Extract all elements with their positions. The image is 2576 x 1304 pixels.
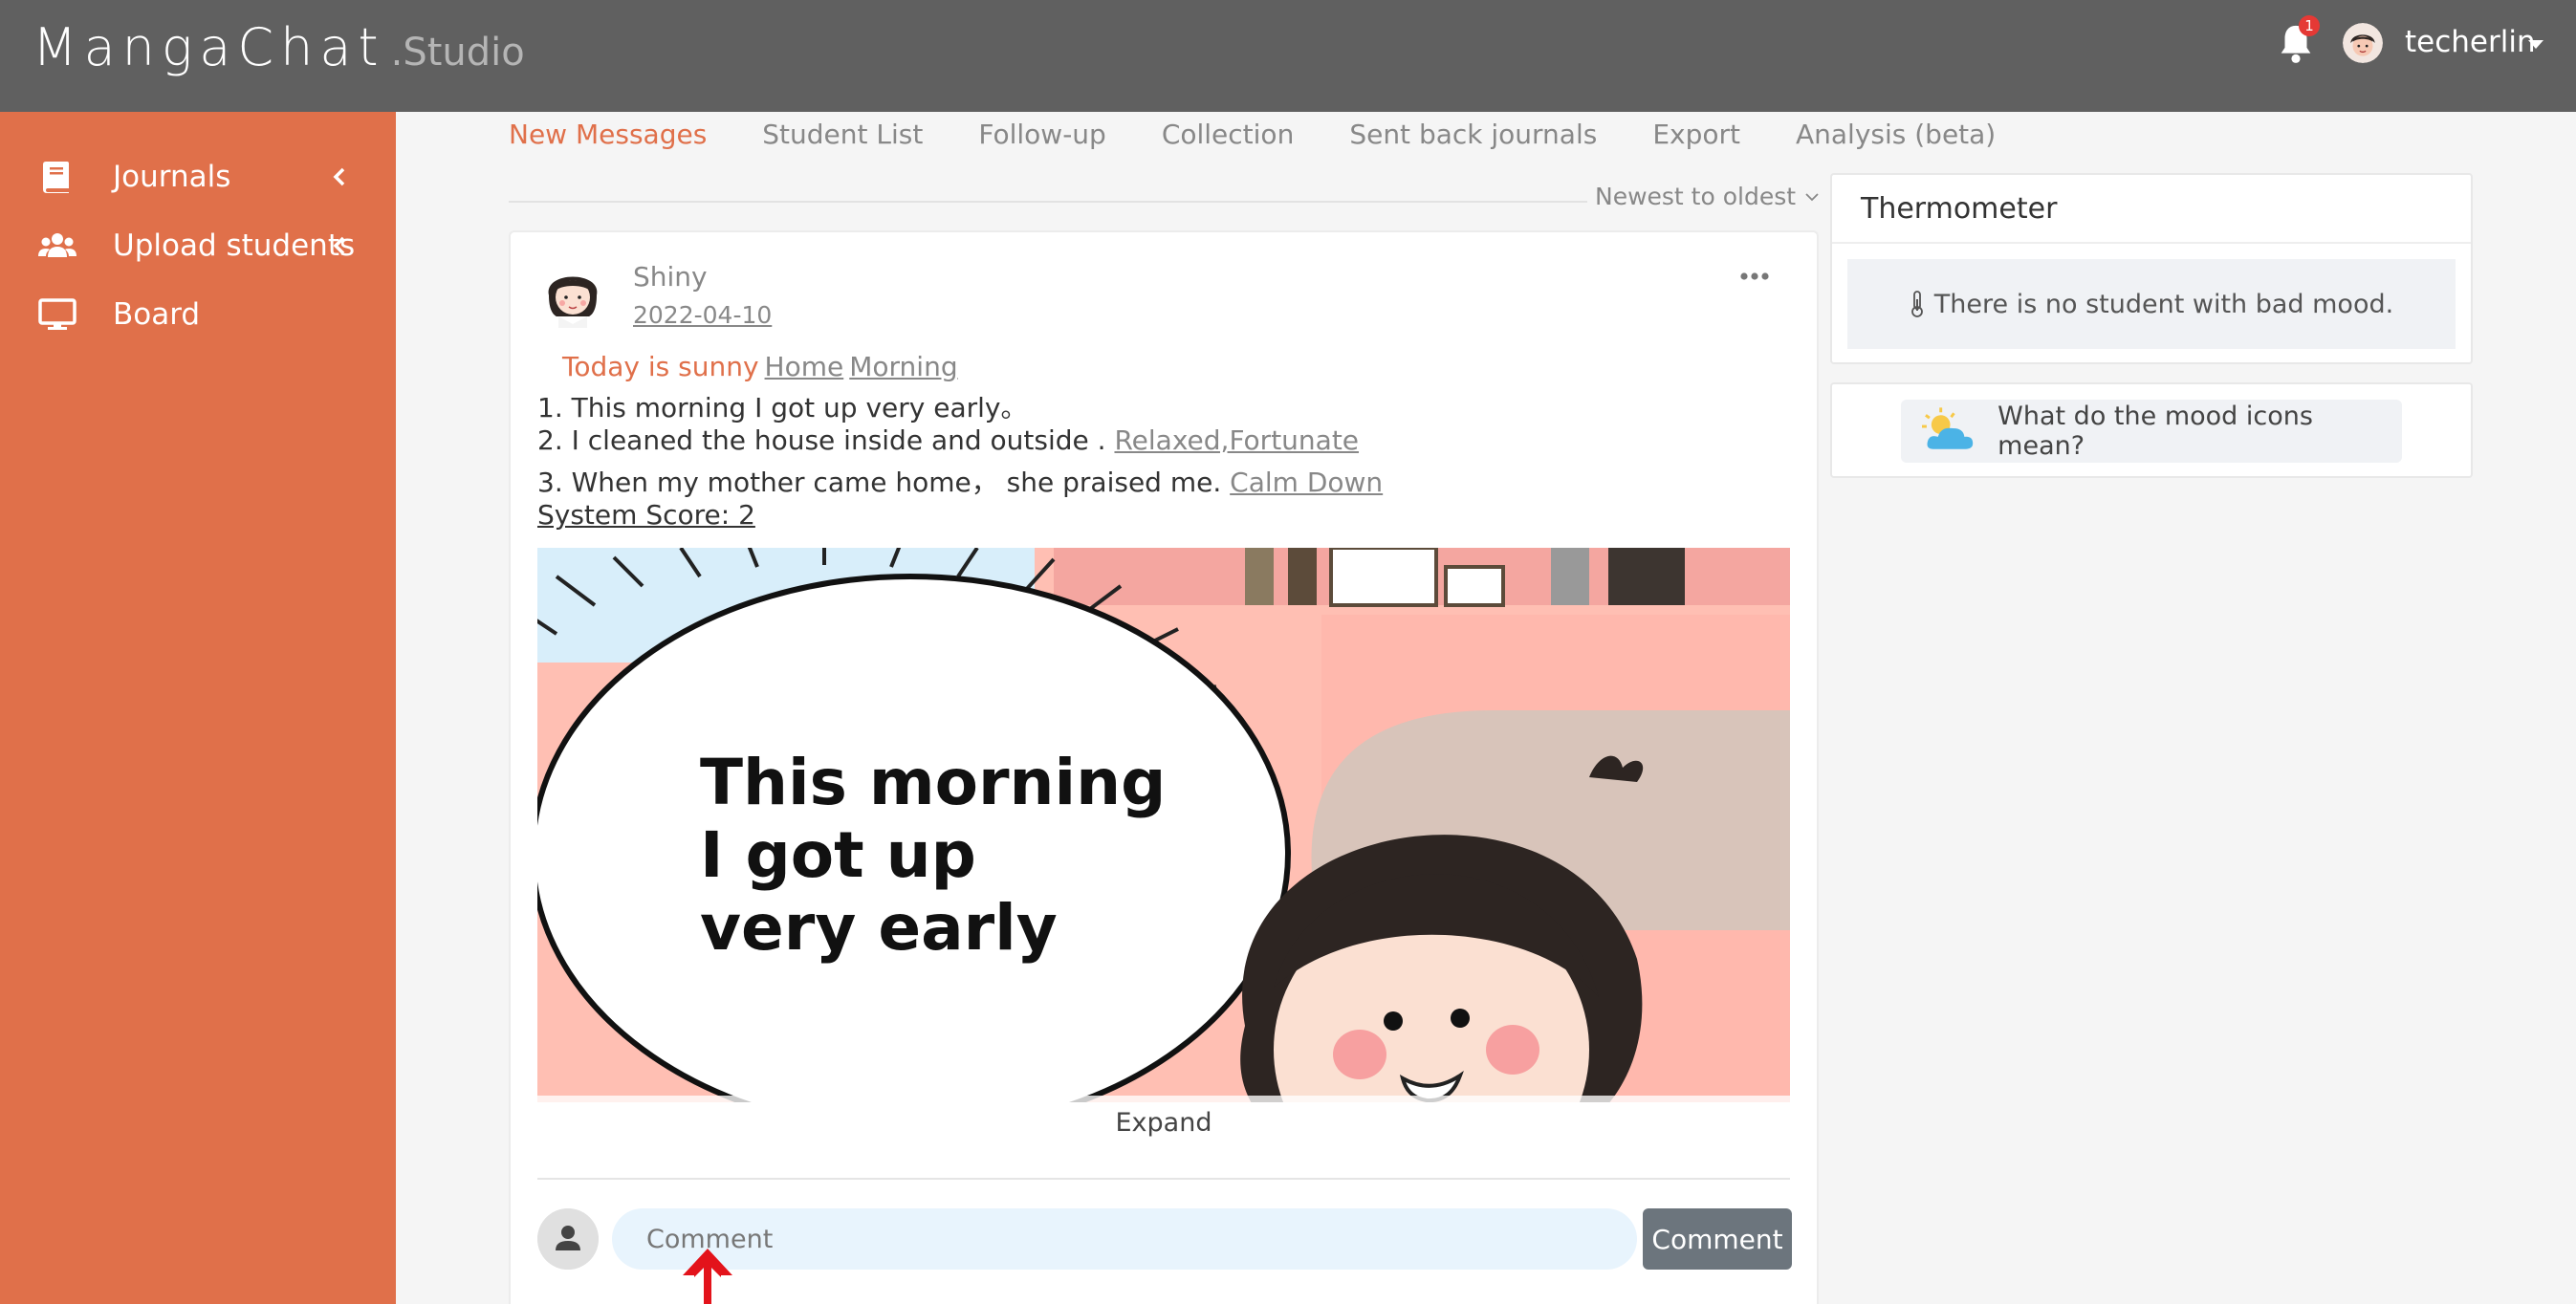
user-menu-caret-icon[interactable] bbox=[2528, 40, 2543, 49]
sidebar: Journals Upload students Board bbox=[0, 112, 396, 1304]
manga-text: This morning bbox=[700, 746, 1166, 819]
user-avatar[interactable] bbox=[2343, 23, 2383, 63]
sort-dropdown[interactable]: Newest to oldest bbox=[1587, 183, 1827, 210]
manga-illustration: This morning I got up very early bbox=[537, 548, 1790, 1102]
mood-icons-help-label: What do the mood icons mean? bbox=[1997, 402, 2313, 461]
sidebar-item-label: Board bbox=[113, 297, 201, 332]
tab-analysis[interactable]: Analysis (beta) bbox=[1796, 119, 1996, 164]
brand-name: MangaChat bbox=[33, 17, 385, 77]
users-icon bbox=[38, 233, 76, 257]
mood-icons-help-button[interactable]: What do the mood icons mean? bbox=[1901, 400, 2402, 463]
weather-tag: Today is sunny bbox=[562, 351, 759, 382]
mood-link[interactable]: Relaxed,Fortunate bbox=[1114, 424, 1359, 456]
mood-link[interactable]: Calm Down bbox=[1230, 467, 1383, 498]
sidebar-item-label: Journals bbox=[113, 160, 231, 194]
tab-collection[interactable]: Collection bbox=[1162, 119, 1295, 164]
tab-new-messages[interactable]: New Messages bbox=[509, 119, 707, 164]
sort-label: Newest to oldest bbox=[1595, 183, 1797, 210]
tab-export[interactable]: Export bbox=[1652, 119, 1740, 164]
journal-line-text: 2. I cleaned the house inside and outsid… bbox=[537, 424, 1106, 456]
tab-sent-back-journals[interactable]: Sent back journals bbox=[1349, 119, 1597, 164]
post-tags: Today is sunny Home Morning bbox=[562, 351, 958, 382]
username[interactable]: techerlin bbox=[2405, 25, 2536, 59]
tag-home[interactable]: Home bbox=[765, 351, 844, 382]
divider bbox=[537, 1178, 1790, 1180]
thermometer-message: There is no student with bad mood. bbox=[1933, 289, 2394, 319]
chevron-left-icon bbox=[333, 167, 345, 186]
mood-help-panel: What do the mood icons mean? bbox=[1830, 382, 2473, 478]
sidebar-item-upload-students[interactable]: Upload students bbox=[0, 215, 396, 276]
post-date[interactable]: 2022-04-10 bbox=[633, 301, 772, 329]
chevron-left-icon bbox=[333, 236, 345, 255]
comment-button[interactable]: Comment bbox=[1643, 1208, 1792, 1270]
manga-text: I got up bbox=[700, 818, 976, 892]
journal-line: 2. I cleaned the house inside and outsid… bbox=[537, 424, 1359, 456]
journal-line-text: 1. This morning I got up very early。 bbox=[537, 392, 1028, 424]
thermometer-icon bbox=[1910, 291, 1923, 317]
commenter-avatar-icon bbox=[537, 1208, 599, 1270]
journal-line: 1. This morning I got up very early。 bbox=[537, 387, 1028, 425]
more-options-icon[interactable] bbox=[1738, 271, 1771, 282]
tag-morning[interactable]: Morning bbox=[849, 351, 957, 382]
sidebar-item-board[interactable]: Board bbox=[0, 284, 396, 345]
journal-post-card: Shiny 2022-04-10 Today is sunny Home Morni… bbox=[509, 230, 1819, 1304]
system-score[interactable]: System Score: 2 bbox=[537, 499, 755, 531]
divider bbox=[1832, 242, 2471, 244]
sidebar-item-label: Upload students bbox=[113, 228, 356, 263]
tab-follow-up[interactable]: Follow-up bbox=[978, 119, 1105, 164]
sun-cloud-icon bbox=[1922, 407, 1974, 449]
book-icon bbox=[43, 162, 69, 193]
tab-student-list[interactable]: Student List bbox=[762, 119, 923, 164]
chevron-down-icon bbox=[1805, 192, 1819, 201]
thermometer-panel: Thermometer There is no student with bad… bbox=[1830, 173, 2473, 364]
sidebar-item-journals[interactable]: Journals bbox=[0, 146, 396, 207]
notification-badge: 1 bbox=[2299, 15, 2320, 36]
thermometer-title: Thermometer bbox=[1861, 192, 2058, 226]
student-avatar[interactable] bbox=[537, 257, 608, 328]
journal-line: 3. When my mother came home， she praised… bbox=[537, 462, 1383, 500]
journal-line-text: 3. When my mother came home， she praised… bbox=[537, 467, 1222, 498]
top-navbar: MangaChat .Studio 1 techerlin bbox=[0, 0, 2576, 112]
brand-logo[interactable]: MangaChat .Studio bbox=[33, 17, 525, 77]
thermometer-message-box: There is no student with bad mood. bbox=[1847, 259, 2456, 349]
monitor-icon bbox=[38, 298, 76, 330]
arrow-up-icon bbox=[683, 1249, 732, 1304]
manga-text: very early bbox=[700, 891, 1058, 965]
brand-suffix: .Studio bbox=[390, 31, 525, 75]
comment-input[interactable] bbox=[612, 1208, 1637, 1270]
journal-tabs: New Messages Student List Follow-up Coll… bbox=[509, 119, 2051, 164]
expand-button[interactable]: Expand bbox=[537, 1096, 1790, 1149]
post-author: Shiny bbox=[633, 261, 708, 293]
